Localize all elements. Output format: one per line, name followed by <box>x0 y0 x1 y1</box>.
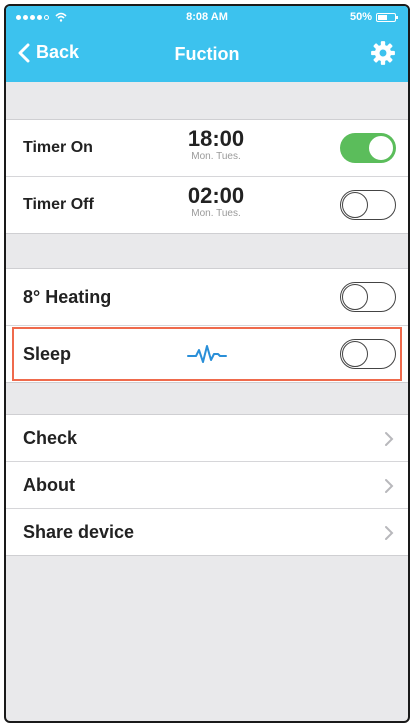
timer-off-time: 02:00 <box>187 183 245 208</box>
battery-icon <box>376 12 398 22</box>
timer-off-time-block[interactable]: 02:00 Mon. Tues. <box>176 184 256 220</box>
menu-item-share-device[interactable]: Share device <box>6 508 408 555</box>
chevron-right-icon <box>385 526 394 540</box>
heating-toggle[interactable] <box>340 282 396 312</box>
menu-item-about[interactable]: About <box>6 461 408 508</box>
chevron-left-icon <box>18 43 30 62</box>
function-section: 8° Heating Sleep <box>6 268 408 383</box>
timer-on-label: Timer On <box>23 139 93 156</box>
heating-label: 8° Heating <box>23 286 112 307</box>
heating-row: 8° Heating <box>6 269 408 325</box>
menu-section: Check About Share device <box>6 414 408 556</box>
sleep-wave-icon <box>187 345 227 363</box>
timer-on-time-block[interactable]: 18:00 Mon. Tues. <box>176 127 256 163</box>
timer-off-toggle[interactable] <box>340 190 396 220</box>
menu-item-label: Share device <box>23 521 135 542</box>
chevron-right-icon <box>385 432 394 446</box>
sleep-row: Sleep <box>6 325 408 382</box>
timer-off-row: Timer Off 02:00 Mon. Tues. <box>6 176 408 233</box>
gear-icon[interactable] <box>370 40 396 66</box>
sleep-toggle[interactable] <box>340 339 396 369</box>
back-button[interactable]: Back <box>18 42 79 63</box>
nav-bar: Back Fuction <box>6 32 408 76</box>
timer-on-row: Timer On 18:00 Mon. Tues. <box>6 120 408 176</box>
battery-status: 50% <box>349 11 398 23</box>
phone-frame: 8:08 AM 50% Back Fuction Timer On 18:00 … <box>4 4 410 723</box>
menu-item-check[interactable]: Check <box>6 415 408 461</box>
timer-on-toggle[interactable] <box>340 133 396 163</box>
back-label: Back <box>36 42 80 62</box>
timer-on-time: 18:00 <box>187 126 245 151</box>
timer-on-days: Mon. Tues. <box>191 151 241 162</box>
status-time: 8:08 AM <box>186 11 228 23</box>
timer-off-days: Mon. Tues. <box>191 208 241 219</box>
timer-section: Timer On 18:00 Mon. Tues. Timer Off 02:0… <box>6 119 408 234</box>
header: 8:08 AM 50% Back Fuction <box>6 6 408 82</box>
sleep-label: Sleep <box>23 343 72 364</box>
menu-item-label: About <box>23 474 75 495</box>
timer-off-label: Timer Off <box>23 196 94 213</box>
status-bar: 8:08 AM 50% <box>6 6 408 28</box>
menu-item-label: Check <box>23 427 78 448</box>
battery-percent: 50% <box>349 11 372 23</box>
chevron-right-icon <box>385 479 394 493</box>
